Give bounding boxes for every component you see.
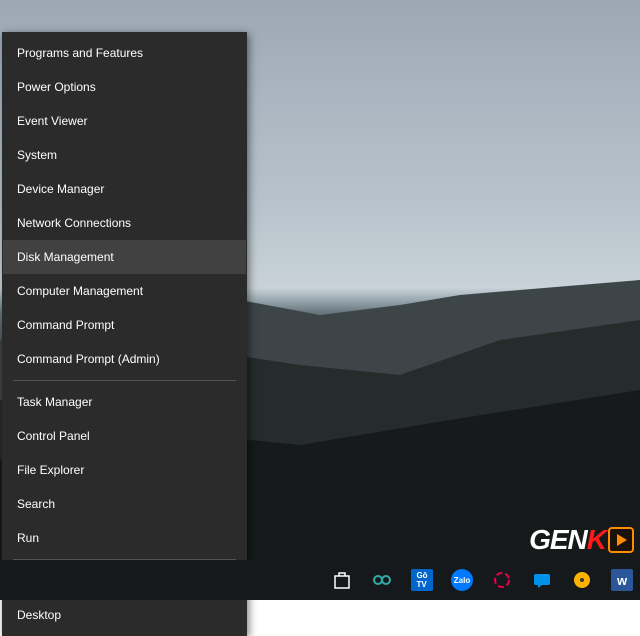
- watermark-text-2: K: [587, 524, 606, 556]
- menu-item-label: Device Manager: [17, 182, 104, 196]
- menu-event-viewer[interactable]: Event Viewer: [3, 104, 246, 138]
- menu-item-label: Run: [17, 531, 39, 545]
- disc-icon[interactable]: [566, 564, 598, 596]
- play-icon: [608, 527, 634, 553]
- menu-item-label: Disk Management: [17, 250, 114, 264]
- menu-run[interactable]: Run: [3, 521, 246, 555]
- store-icon[interactable]: [326, 564, 358, 596]
- menu-system[interactable]: System: [3, 138, 246, 172]
- menu-power-options[interactable]: Power Options: [3, 70, 246, 104]
- menu-item-label: Computer Management: [17, 284, 143, 298]
- menu-item-label: File Explorer: [17, 463, 84, 477]
- taskbar: GôTVZalo w: [0, 560, 640, 600]
- menu-item-label: Event Viewer: [17, 114, 87, 128]
- coccoc-icon[interactable]: [366, 564, 398, 596]
- watermark-logo: GENK: [529, 524, 634, 556]
- menu-desktop[interactable]: Desktop: [3, 598, 246, 632]
- menu-command-prompt[interactable]: Command Prompt: [3, 308, 246, 342]
- menu-programs-features[interactable]: Programs and Features: [3, 36, 246, 70]
- menu-computer-management[interactable]: Computer Management: [3, 274, 246, 308]
- menu-item-label: Task Manager: [17, 395, 92, 409]
- word-icon[interactable]: w: [606, 564, 638, 596]
- gotv-icon[interactable]: GôTV: [406, 564, 438, 596]
- menu-control-panel[interactable]: Control Panel: [3, 419, 246, 453]
- menu-file-explorer[interactable]: File Explorer: [3, 453, 246, 487]
- menu-item-label: Command Prompt: [17, 318, 114, 332]
- menu-device-manager[interactable]: Device Manager: [3, 172, 246, 206]
- menu-search[interactable]: Search: [3, 487, 246, 521]
- menu-item-label: Network Connections: [17, 216, 131, 230]
- menu-task-manager[interactable]: Task Manager: [3, 385, 246, 419]
- menu-item-label: Command Prompt (Admin): [17, 352, 160, 366]
- menu-item-label: System: [17, 148, 57, 162]
- menu-disk-management[interactable]: Disk Management: [3, 240, 246, 274]
- menu-item-label: Desktop: [17, 608, 61, 622]
- menu-network-connections[interactable]: Network Connections: [3, 206, 246, 240]
- menu-command-prompt-admin[interactable]: Command Prompt (Admin): [3, 342, 246, 376]
- menu-item-label: Programs and Features: [17, 46, 143, 60]
- menu-item-label: Search: [17, 497, 55, 511]
- menu-separator: [13, 380, 236, 381]
- winx-context-menu: Programs and Features Power Options Event …: [2, 32, 247, 636]
- zalo-icon[interactable]: Zalo: [446, 564, 478, 596]
- menu-item-label: Control Panel: [17, 429, 90, 443]
- watermark-text-1: GEN: [529, 524, 587, 556]
- chat-icon[interactable]: [526, 564, 558, 596]
- circle-app-icon[interactable]: [486, 564, 518, 596]
- menu-item-label: Power Options: [17, 80, 96, 94]
